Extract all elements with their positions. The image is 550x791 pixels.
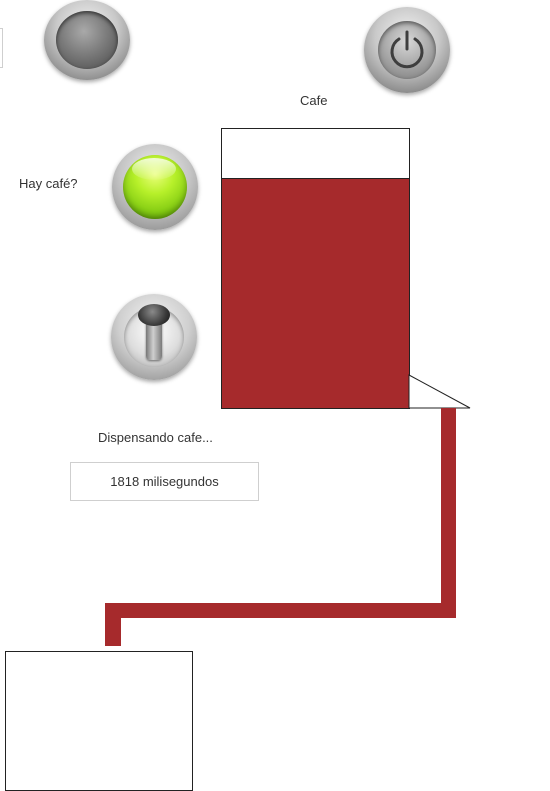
power-button[interactable] <box>364 7 450 93</box>
start-button[interactable] <box>44 0 130 80</box>
pipe-horizontal <box>105 603 456 618</box>
pipe-vertical-left <box>105 603 121 646</box>
power-icon <box>390 30 424 69</box>
coffee-cup <box>5 651 193 791</box>
status-text: Dispensando cafe... <box>98 430 213 445</box>
elapsed-time-field: 1818 milisegundos <box>70 462 259 501</box>
edge-input-field[interactable] <box>0 28 3 68</box>
round-button-icon <box>56 11 118 69</box>
dispense-toggle-switch[interactable] <box>111 294 197 380</box>
coffee-tank <box>221 128 410 409</box>
toggle-knob <box>138 304 170 326</box>
coffee-level-fill <box>222 178 409 408</box>
tank-spout <box>408 374 471 409</box>
indicator-label: Hay café? <box>19 176 78 191</box>
coffee-indicator-led <box>112 144 198 230</box>
pipe-vertical-right <box>441 408 456 618</box>
tank-title: Cafe <box>300 93 328 108</box>
